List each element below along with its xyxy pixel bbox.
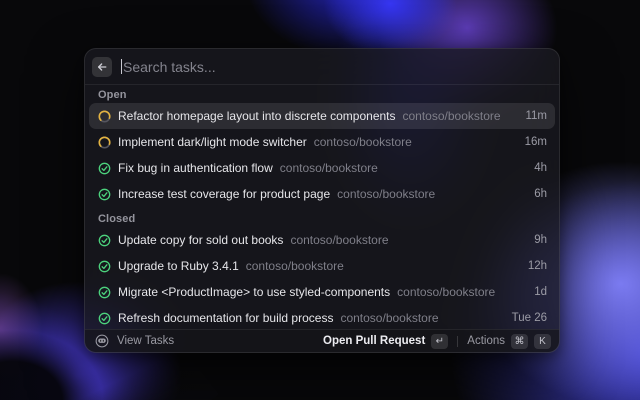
task-repo: contoso/bookstore [340, 311, 504, 325]
task-time: 12h [528, 260, 547, 272]
task-time: Tue 26 [512, 312, 547, 324]
task-repo: contoso/bookstore [403, 109, 519, 123]
check-circle-icon [98, 188, 111, 201]
task-command-palette: Open Refactor homepage layout into discre… [84, 48, 560, 353]
view-tasks-label[interactable]: View Tasks [117, 335, 174, 347]
task-row[interactable]: Refresh documentation for build process c… [89, 305, 555, 329]
footer-left: View Tasks [95, 334, 323, 348]
section-header: Open [89, 85, 555, 103]
open-pull-request-button[interactable]: Open Pull Request [323, 335, 425, 347]
search-input[interactable] [122, 59, 549, 75]
task-row[interactable]: Refactor homepage layout into discrete c… [89, 103, 555, 129]
cmd-key-badge: ⌘ [511, 334, 528, 349]
check-circle-icon [98, 312, 111, 325]
task-time: 16m [525, 136, 547, 148]
task-row[interactable]: Increase test coverage for product page c… [89, 181, 555, 207]
task-time: 11m [525, 110, 547, 122]
check-circle-icon [98, 286, 111, 299]
in-progress-icon [98, 110, 111, 123]
section-header: Closed [89, 207, 555, 227]
arrow-left-icon [96, 61, 108, 73]
task-repo: contoso/bookstore [280, 161, 527, 175]
task-title: Upgrade to Ruby 3.4.1 [118, 259, 239, 273]
task-title: Increase test coverage for product page [118, 187, 330, 201]
task-repo: contoso/bookstore [290, 233, 527, 247]
footer-divider [457, 336, 458, 347]
in-progress-icon [98, 136, 111, 149]
task-row[interactable]: Update copy for sold out books contoso/bo… [89, 227, 555, 253]
actions-button[interactable]: Actions [467, 335, 505, 347]
task-repo: contoso/bookstore [314, 135, 518, 149]
task-row[interactable]: Upgrade to Ruby 3.4.1 contoso/bookstore 12… [89, 253, 555, 279]
task-repo: contoso/bookstore [337, 187, 527, 201]
task-time: 9h [534, 234, 547, 246]
task-time: 1d [534, 286, 547, 298]
task-row[interactable]: Implement dark/light mode switcher contos… [89, 129, 555, 155]
task-time: 6h [534, 188, 547, 200]
task-title: Update copy for sold out books [118, 233, 283, 247]
task-title: Implement dark/light mode switcher [118, 135, 307, 149]
task-row[interactable]: Fix bug in authentication flow contoso/bo… [89, 155, 555, 181]
task-title: Refactor homepage layout into discrete c… [118, 109, 396, 123]
check-circle-icon [98, 260, 111, 273]
search-bar [85, 49, 559, 85]
copilot-icon [95, 334, 109, 348]
task-row[interactable]: Migrate <ProductImage> to use styled-com… [89, 279, 555, 305]
enter-key-badge: ↵ [431, 334, 448, 349]
task-title: Fix bug in authentication flow [118, 161, 273, 175]
k-key-badge: K [534, 334, 551, 349]
task-title: Migrate <ProductImage> to use styled-com… [118, 285, 390, 299]
footer-right: Open Pull Request ↵ Actions ⌘ K [323, 334, 551, 349]
task-time: 4h [534, 162, 547, 174]
task-repo: contoso/bookstore [397, 285, 527, 299]
back-button[interactable] [92, 57, 112, 77]
check-circle-icon [98, 162, 111, 175]
check-circle-icon [98, 234, 111, 247]
palette-footer: View Tasks Open Pull Request ↵ Actions ⌘… [85, 329, 559, 352]
search-field-wrap [121, 59, 549, 75]
task-list: Open Refactor homepage layout into discre… [85, 85, 559, 329]
task-title: Refresh documentation for build process [118, 311, 333, 325]
task-repo: contoso/bookstore [246, 259, 521, 273]
